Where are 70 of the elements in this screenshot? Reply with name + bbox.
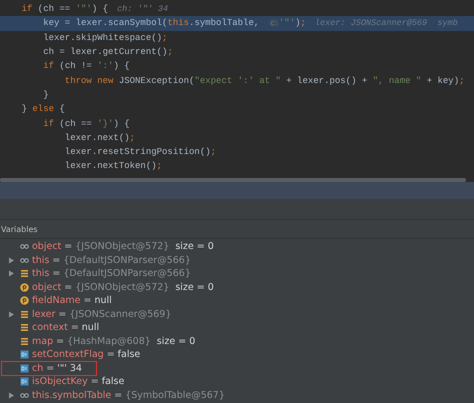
code-line: lexer.resetStringPosition(); [64,147,216,158]
equals-sign: = [52,254,60,266]
code-line: lexer.skipWhitespace(); [42,32,168,43]
variable-name: map [32,336,54,347]
equals-sign: = [64,282,72,293]
inline-value-hint: ch: '"' 34 [117,4,168,14]
code-line: ch = lexer.getCurrent(); [42,47,173,58]
field-icon [20,269,29,278]
variable-name: fieldName [32,295,81,306]
variable-name: this.symbolTable [32,390,112,401]
watch-icon [20,390,29,400]
parameter-icon [20,296,29,306]
equals-sign: = [56,336,64,347]
variable-size: size = 0 [175,241,214,252]
panel-title: Variables [1,224,38,234]
field-icon [20,336,29,346]
equals-sign: = [58,308,66,320]
variable-icon [20,350,29,360]
code-line: if (ch != ':') { [42,61,130,72]
equals-sign: = [52,268,60,280]
variable-name: object [32,241,62,252]
code-line: } else { [20,104,65,114]
variable-size: size = 0 [156,336,196,347]
variable-value: {SymbolTable@567} [125,390,225,401]
watch-icon [20,256,29,265]
watch-icon [20,242,29,252]
variable-value: {JSONObject@572} [75,241,170,252]
code-line: throw new JSONException("expect ':' at " + lexer.pos() + ", name " + key); [64,76,465,86]
field-icon [20,323,29,332]
field-icon [20,310,29,319]
variable-value: null [82,322,100,334]
variable-name: context [32,322,68,334]
equals-sign: = [70,322,79,334]
expand-arrow-icon[interactable] [8,310,15,318]
variable-icon [20,364,29,373]
code-line: lexer.next(); [64,132,136,143]
variable-name: this [32,254,50,266]
equals-sign: = [106,349,115,360]
variable-value: {JSONObject@572} [75,282,170,293]
variable-value: false [102,376,124,388]
variable-name: isObjectKey [32,376,88,388]
equals-sign: = [90,376,99,388]
parameter-icon [20,282,29,292]
equals-sign: = [114,390,122,401]
code-line: if (ch == '}') { [42,118,130,129]
code-line: lexer.nextToken(); [64,161,162,172]
equals-sign: = [64,241,72,252]
variable-value: null [94,295,112,306]
variable-name: object [32,282,62,293]
variable-value: {HashMap@608} [67,336,151,347]
equals-sign: = [84,295,92,306]
code-line: } [42,90,49,100]
expand-arrow-icon[interactable] [8,392,15,399]
code-line: if (ch == '"') { [20,4,108,14]
variable-name: ch [32,362,44,374]
horizontal-scrollbar[interactable] [0,178,466,182]
variable-icon [20,377,29,386]
variable-value: false [118,349,140,360]
inline-value-hint: lexer: JSONScanner@569 symb [314,18,458,28]
variable-value: {DefaultJSONParser@566} [63,268,191,280]
variable-value: '"' 34 [57,362,82,374]
variable-value: {DefaultJSONParser@566} [63,254,191,266]
code-line: key = lexer.scanSymbol(this.symbolTable, [42,18,260,28]
variable-name: lexer [32,308,56,320]
equals-sign: = [46,362,54,374]
code-line: '"'); [278,18,306,28]
variable-size: size = 0 [175,282,214,293]
variable-value: {JSONScanner@569} [69,308,172,320]
variable-name: setContextFlag [32,349,104,360]
variable-name: this [32,268,50,280]
